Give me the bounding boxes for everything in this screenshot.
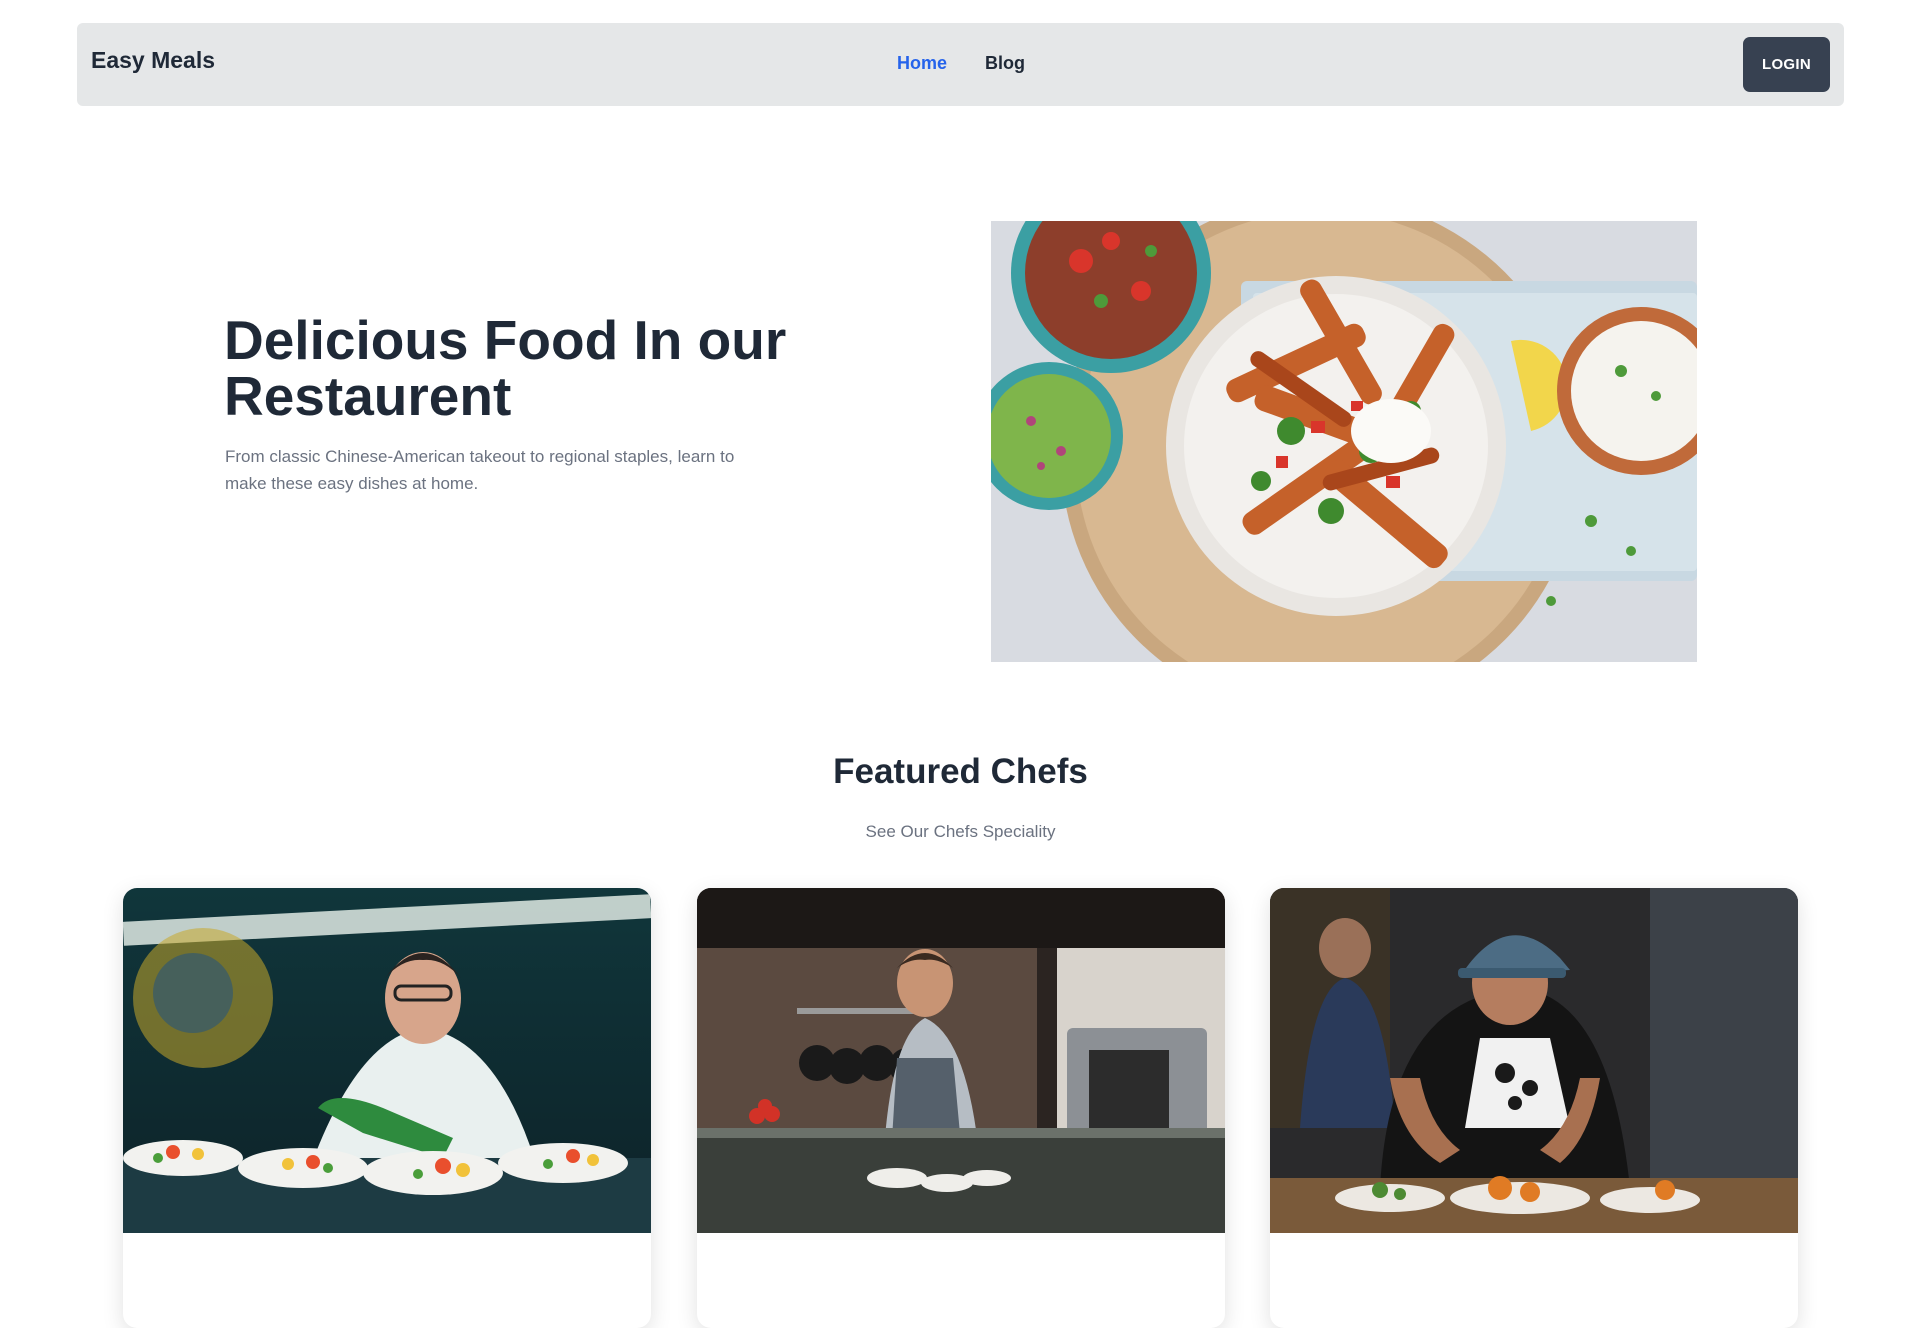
navbar: Easy Meals Home Blog LOGIN	[77, 23, 1844, 106]
chef-card[interactable]	[123, 888, 651, 1328]
food-platter-photo-icon	[991, 221, 1697, 662]
featured-chefs-title: Featured Chefs	[833, 752, 1088, 791]
chef-kitchen-photo-icon	[697, 888, 1225, 1233]
chef-card[interactable]	[1270, 888, 1798, 1328]
featured-chefs-subtitle: See Our Chefs Speciality	[865, 822, 1056, 841]
login-button[interactable]: LOGIN	[1743, 37, 1830, 92]
hero-food-image	[991, 221, 1697, 662]
nav-home-link[interactable]: Home	[897, 53, 947, 74]
brand-logo[interactable]: Easy Meals	[91, 47, 215, 74]
chef-card[interactable]	[697, 888, 1225, 1328]
chef-cap-cooking-photo-icon	[1270, 888, 1798, 1233]
nav-blog-link[interactable]: Blog	[985, 53, 1025, 74]
hero-subtitle: From classic Chinese-American takeout to…	[225, 447, 735, 493]
chef-plating-photo-icon	[123, 888, 651, 1233]
nav-links: Home Blog	[897, 53, 1025, 74]
hero-title: Delicious Food In our Restaurent	[224, 309, 787, 427]
